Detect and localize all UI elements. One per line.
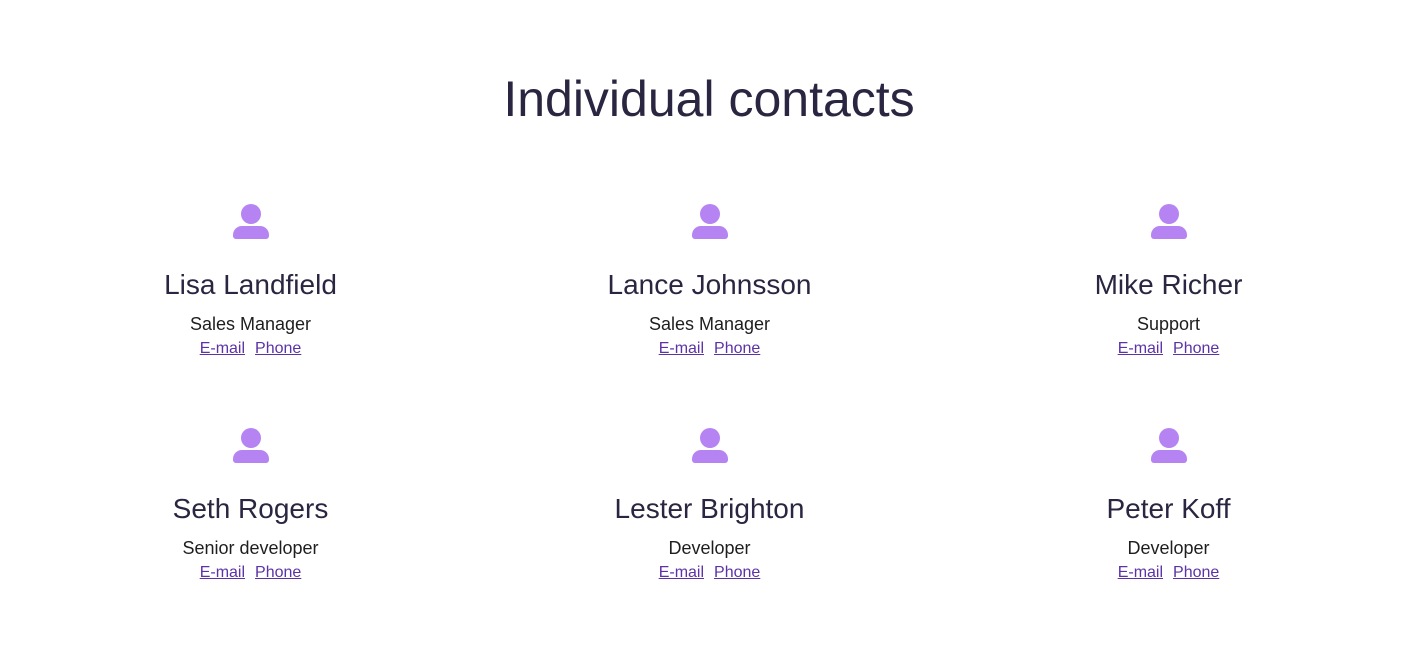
contact-role: Developer (1127, 538, 1210, 558)
user-icon (1150, 203, 1187, 243)
user-icon (232, 427, 269, 467)
phone-link[interactable]: Phone (714, 339, 760, 359)
contact-name: Lester Brighton (614, 493, 805, 524)
phone-link[interactable]: Phone (255, 563, 301, 583)
email-link[interactable]: E-mail (1118, 339, 1163, 359)
email-link[interactable]: E-mail (200, 563, 245, 583)
contact-name: Lance Johnsson (607, 269, 812, 300)
contact-card: Mike Richer Support E-mail Phone (939, 200, 1398, 424)
contact-links: E-mail Phone (1118, 563, 1220, 583)
contact-name: Lisa Landfield (164, 269, 337, 300)
contact-links: E-mail Phone (200, 563, 302, 583)
email-link[interactable]: E-mail (659, 563, 704, 583)
user-icon (1150, 427, 1187, 467)
user-icon (691, 203, 728, 243)
page-title: Individual contacts (503, 71, 915, 127)
email-link[interactable]: E-mail (659, 339, 704, 359)
contact-role: Support (1136, 314, 1201, 334)
contacts-grid: Lisa Landfield Sales Manager E-mail Phon… (21, 200, 1397, 648)
contact-links: E-mail Phone (200, 339, 302, 359)
email-link[interactable]: E-mail (200, 339, 245, 359)
contacts-page: Individual contacts Lisa Landfield Sales… (0, 0, 1418, 652)
contact-links: E-mail Phone (659, 563, 761, 583)
user-icon (691, 427, 728, 467)
contact-role: Developer (668, 538, 751, 558)
contact-role: Sales Manager (648, 314, 771, 334)
contact-card: Peter Koff Developer E-mail Phone (939, 424, 1398, 648)
contact-card: Lance Johnsson Sales Manager E-mail Phon… (480, 200, 939, 424)
phone-link[interactable]: Phone (255, 339, 301, 359)
email-link[interactable]: E-mail (1118, 563, 1163, 583)
phone-link[interactable]: Phone (1173, 563, 1219, 583)
contact-role: Sales Manager (189, 314, 312, 334)
contact-card: Seth Rogers Senior developer E-mail Phon… (21, 424, 480, 648)
contact-card: Lisa Landfield Sales Manager E-mail Phon… (21, 200, 480, 424)
phone-link[interactable]: Phone (1173, 339, 1219, 359)
contact-links: E-mail Phone (1118, 339, 1220, 359)
contact-card: Lester Brighton Developer E-mail Phone (480, 424, 939, 648)
contact-name: Peter Koff (1106, 493, 1231, 524)
phone-link[interactable]: Phone (714, 563, 760, 583)
contact-links: E-mail Phone (659, 339, 761, 359)
contact-name: Mike Richer (1094, 269, 1243, 300)
contact-role: Senior developer (182, 538, 319, 558)
contact-name: Seth Rogers (172, 493, 329, 524)
user-icon (232, 203, 269, 243)
